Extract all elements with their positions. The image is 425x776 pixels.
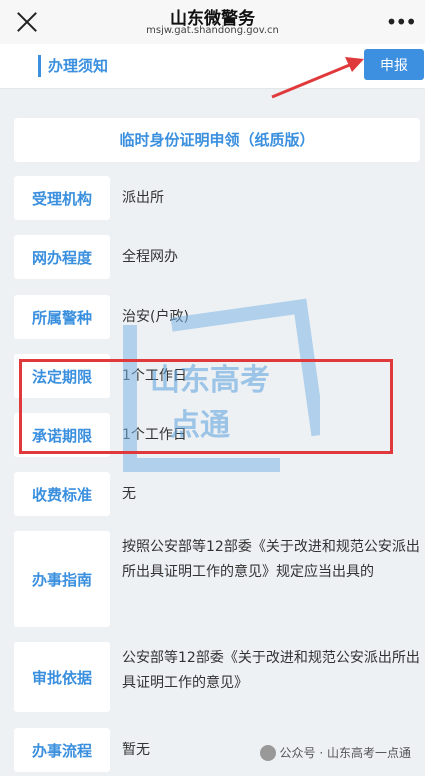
row-label: 审批依据 [14, 642, 110, 712]
row-label: 办事指南 [14, 531, 110, 627]
row-label: 受理机构 [14, 176, 110, 220]
row-value: 派出所 [122, 189, 164, 206]
row-label: 收费标准 [14, 472, 110, 516]
highlight-box [19, 359, 393, 454]
info-row-accept-org: 受理机构 派出所 [14, 176, 420, 220]
service-title-card: 临时身份证明申领（纸质版） [14, 118, 420, 162]
row-value: 全程网办 [122, 248, 178, 265]
footer-source: 公众号 · 山东高考一点通 [259, 744, 411, 761]
info-row-online-level: 网办程度 全程网办 [14, 235, 420, 279]
service-title: 临时身份证明申领（纸质版） [119, 131, 315, 149]
row-value: 按照公安部等12部委《关于改进和规范公安派出所出具证明工作的意见》规定应当出具的 [122, 539, 420, 580]
info-row-basis: 审批依据 公安部等12部委《关于改进和规范公安派出所出具证明工作的意见》 [14, 642, 420, 712]
info-row-guide: 办事指南 按照公安部等12部委《关于改进和规范公安派出所出具证明工作的意见》规定… [14, 531, 420, 627]
row-label: 办事流程 [14, 728, 110, 772]
row-value: 公安部等12部委《关于改进和规范公安派出所出具证明工作的意见》 [122, 650, 420, 691]
wechat-icon [259, 744, 276, 761]
footer-text: 公众号 · 山东高考一点通 [279, 746, 411, 760]
row-label: 所属警种 [14, 295, 110, 339]
row-label: 网办程度 [14, 235, 110, 279]
